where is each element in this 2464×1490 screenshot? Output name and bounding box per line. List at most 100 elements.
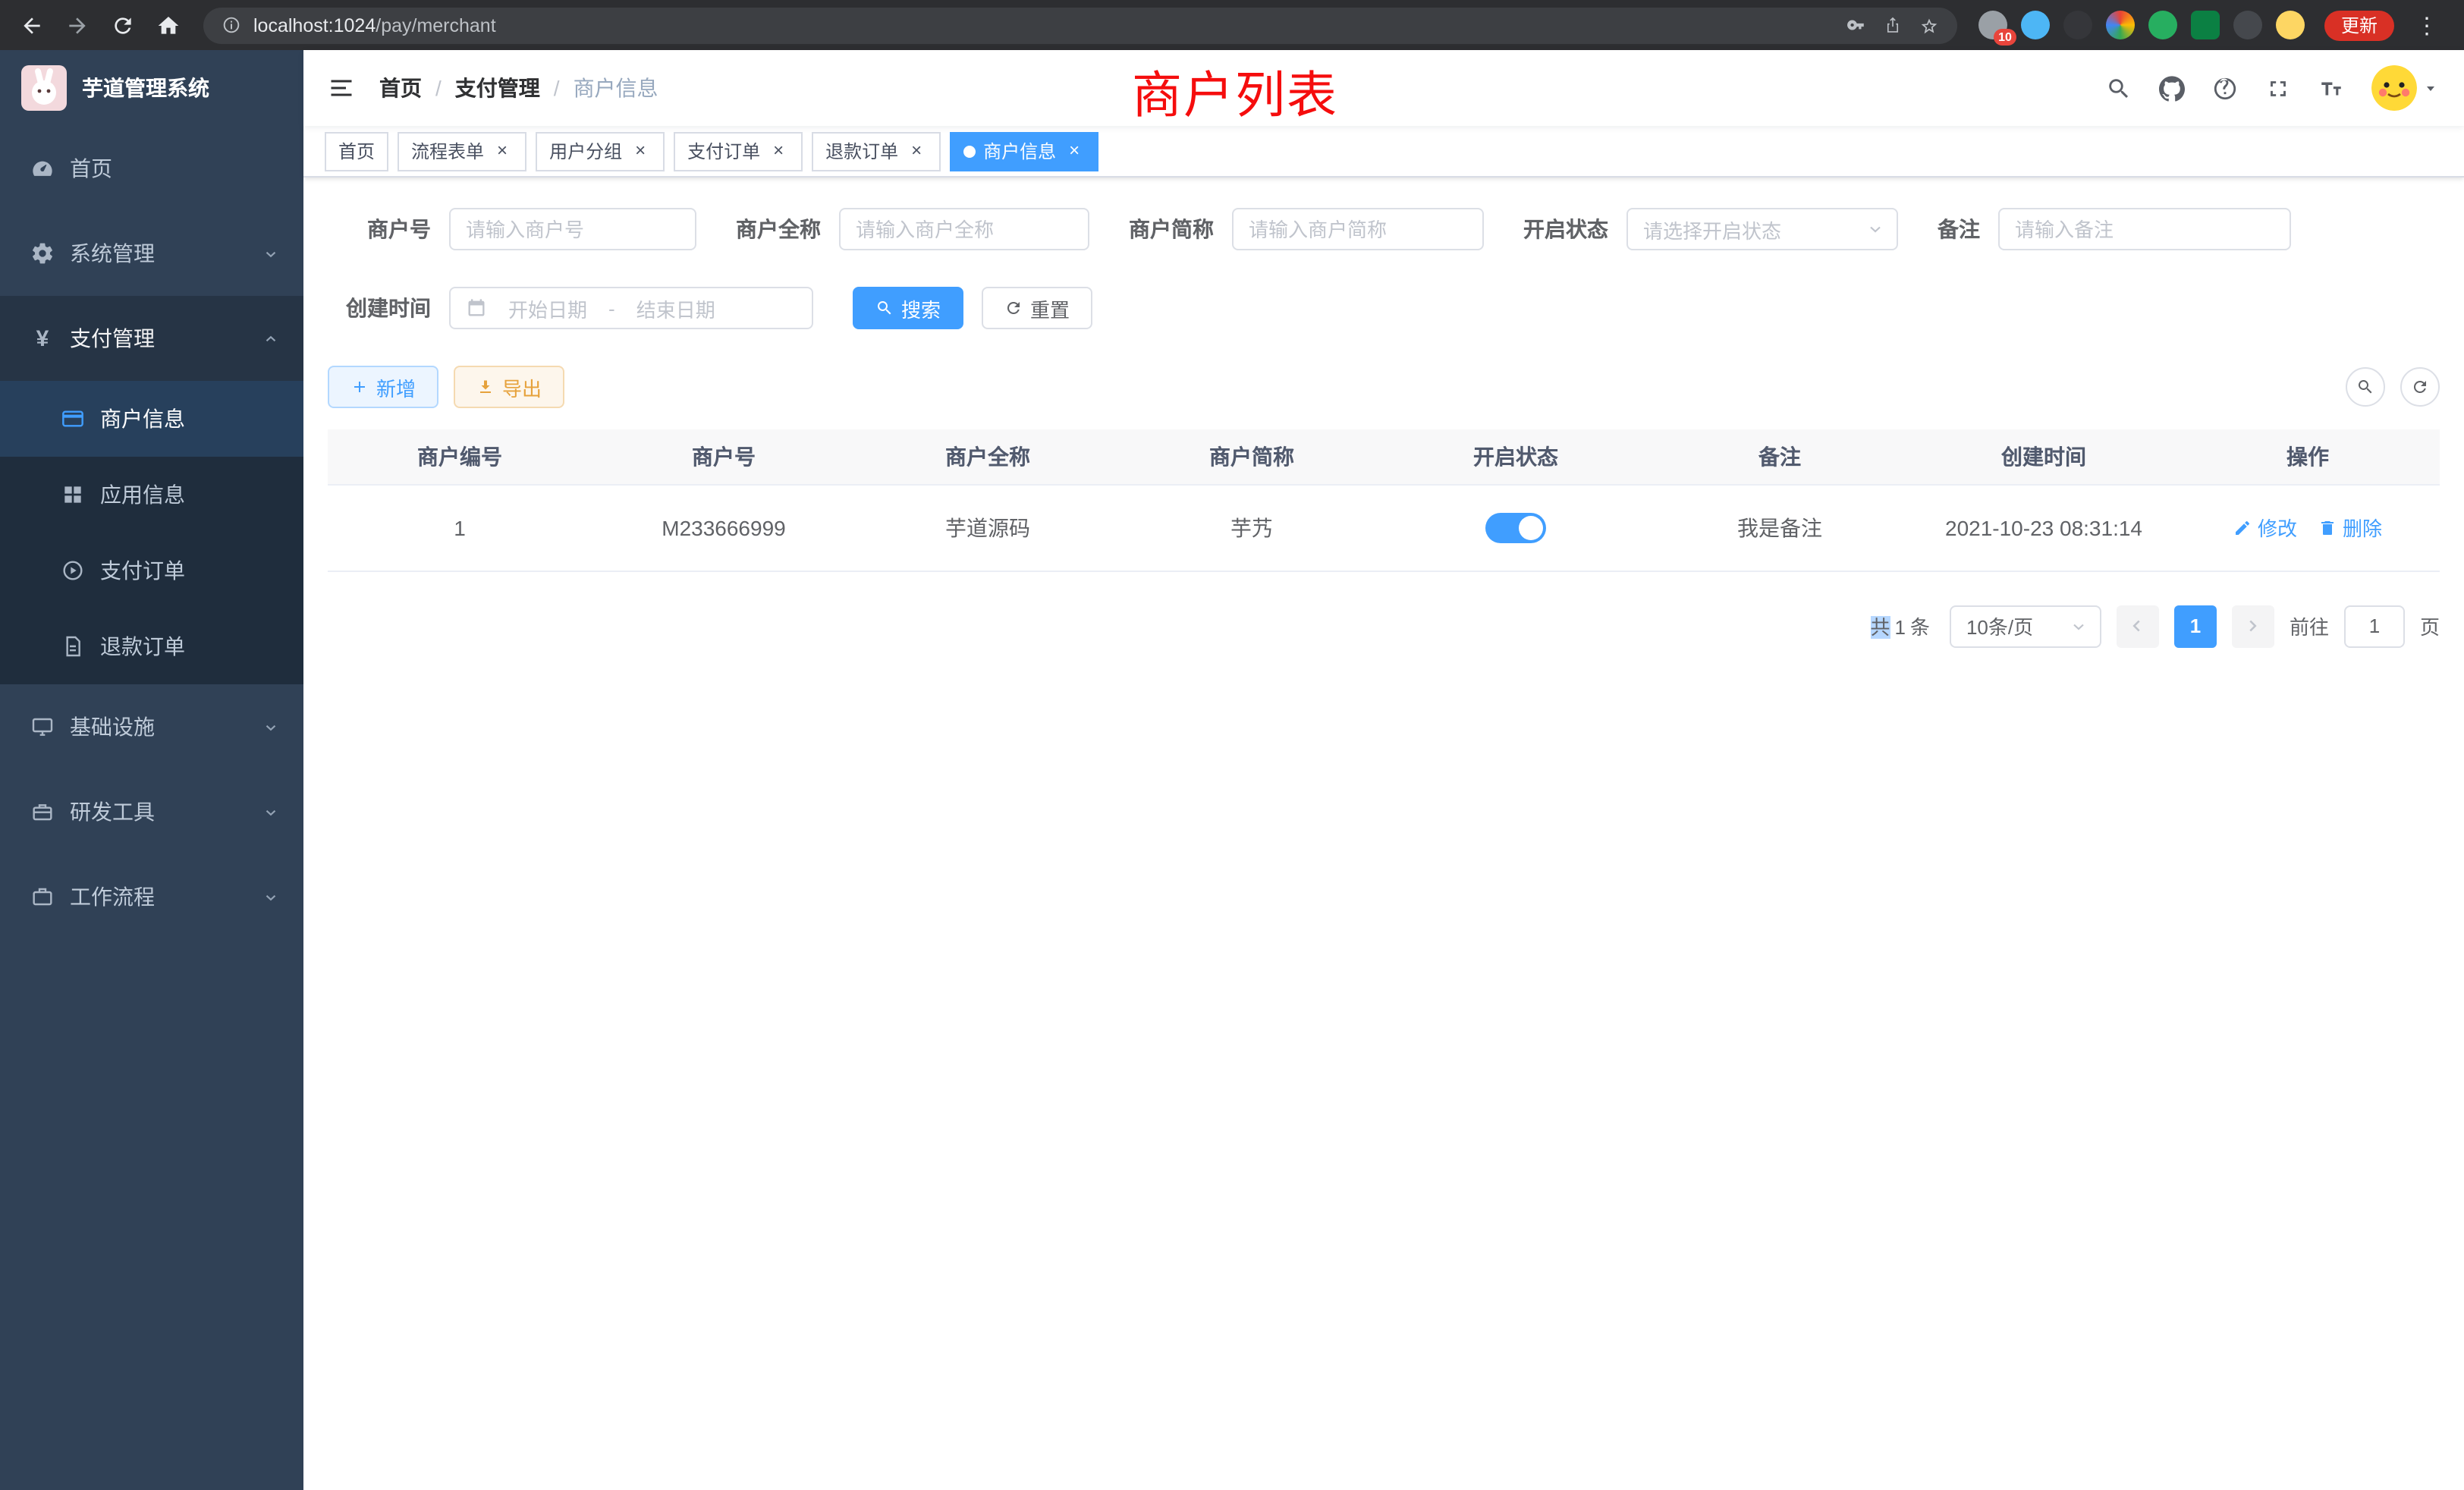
status-select[interactable]: 请选择开启状态 [1626, 208, 1898, 250]
export-button[interactable]: 导出 [454, 366, 564, 408]
cell-remark: 我是备注 [1648, 484, 1912, 571]
tab-close-icon[interactable]: × [630, 140, 651, 162]
browser-back-button[interactable] [12, 5, 52, 45]
cell-create-time: 2021-10-23 08:31:14 [1912, 484, 2176, 571]
remark-input[interactable] [1998, 208, 2291, 250]
extension-icon-4[interactable] [2106, 11, 2135, 39]
sidebar-item-merchant-info[interactable]: 商户信息 [0, 381, 303, 457]
url-bar[interactable]: localhost:1024/pay/merchant [203, 7, 1957, 43]
sidebar-item-home[interactable]: 首页 [0, 126, 303, 211]
help-icon[interactable] [2212, 75, 2238, 101]
tab-close-icon[interactable]: × [906, 140, 927, 162]
breadcrumb-payment[interactable]: 支付管理 [455, 73, 540, 103]
extension-icon-5[interactable] [2148, 11, 2177, 39]
tab-close-icon[interactable]: × [768, 140, 789, 162]
browser-reload-button[interactable] [103, 5, 143, 45]
search-button[interactable]: 搜索 [853, 287, 963, 329]
search-icon[interactable] [2106, 75, 2132, 101]
tab-home[interactable]: 首页 [325, 131, 388, 171]
reset-button[interactable]: 重置 [982, 287, 1092, 329]
toggle-search-button[interactable] [2346, 367, 2385, 407]
col-header: 备注 [1648, 429, 1912, 484]
filter-label: 商户简称 [1129, 214, 1214, 244]
sidebar-item-refund-order[interactable]: 退款订单 [0, 608, 303, 684]
col-header: 商户号 [592, 429, 856, 484]
extension-icon-6[interactable] [2191, 11, 2220, 39]
short-name-input[interactable] [1232, 208, 1484, 250]
app-title: 芋道管理系统 [82, 73, 209, 103]
full-name-input[interactable] [839, 208, 1089, 250]
extension-icon-8[interactable] [2276, 11, 2305, 39]
total-count: 1 [1894, 616, 1905, 639]
sidebar-item-system[interactable]: 系统管理 [0, 211, 303, 296]
hamburger-icon[interactable] [328, 74, 355, 102]
edit-button[interactable]: 修改 [2233, 513, 2297, 542]
extension-icon-1[interactable]: 10 [1978, 11, 2007, 39]
refresh-table-button[interactable] [2400, 367, 2440, 407]
github-icon[interactable] [2159, 75, 2185, 101]
browser-menu-icon[interactable]: ⋮ [2408, 11, 2446, 39]
fullscreen-icon[interactable] [2265, 75, 2291, 101]
user-avatar-menu[interactable] [2371, 65, 2440, 111]
browser-toolbar: localhost:1024/pay/merchant 10 更新 ⋮ [0, 0, 2464, 50]
logo[interactable]: 芋道管理系统 [0, 50, 303, 126]
tab-merchant-info[interactable]: 商户信息× [950, 131, 1098, 171]
breadcrumb-current: 商户信息 [574, 73, 658, 103]
breadcrumb-home[interactable]: 首页 [379, 73, 422, 103]
sidebar-item-dev-tools[interactable]: 研发工具 [0, 769, 303, 854]
delete-button[interactable]: 删除 [2318, 513, 2382, 542]
page-button-1[interactable]: 1 [2174, 605, 2217, 647]
cell-merchant-no: M233666999 [592, 484, 856, 571]
monitor-icon [30, 715, 55, 739]
date-range-picker[interactable]: 开始日期 - 结束日期 [449, 287, 813, 329]
next-page-button[interactable] [2232, 605, 2274, 647]
omnibox-actions [1846, 15, 1939, 35]
password-key-icon[interactable] [1846, 15, 1866, 35]
reset-button-label: 重置 [1030, 294, 1070, 322]
tab-close-icon[interactable]: × [492, 140, 513, 162]
sidebar-item-workflow[interactable]: 工作流程 [0, 854, 303, 939]
status-switch[interactable] [1485, 512, 1546, 542]
tab-user-group[interactable]: 用户分组 × [536, 131, 665, 171]
filter-merchant-no: 商户号 [328, 208, 696, 250]
browser-home-button[interactable] [149, 5, 188, 45]
filter-status: 开启状态 请选择开启状态 [1523, 208, 1898, 250]
browser-update-button[interactable]: 更新 [2324, 10, 2394, 40]
sidebar-item-payment[interactable]: ¥ 支付管理 [0, 296, 303, 381]
pagination: 共1条 10条/页 1 前往 页 [328, 605, 2440, 647]
end-date-placeholder: 结束日期 [636, 294, 715, 322]
app-shell: 芋道管理系统 首页 系统管理 ¥ 支付管理 [0, 50, 2464, 1490]
sidebar-item-label: 系统管理 [70, 238, 247, 269]
merchant-no-input[interactable] [449, 208, 696, 250]
url-path: /pay/merchant [376, 14, 495, 36]
tab-label: 用户分组 [549, 138, 622, 164]
sidebar-item-app-info[interactable]: 应用信息 [0, 457, 303, 533]
add-button[interactable]: 新增 [328, 366, 438, 408]
cell-actions: 修改 删除 [2176, 484, 2440, 571]
sidebar-item-label: 基础设施 [70, 712, 247, 742]
tab-pay-order[interactable]: 支付订单× [674, 131, 803, 171]
row-actions: 修改 删除 [2176, 513, 2440, 542]
sidebar-item-infrastructure[interactable]: 基础设施 [0, 684, 303, 769]
prev-page-button[interactable] [2117, 605, 2159, 647]
cell-full-name: 芋道源码 [856, 484, 1120, 571]
bookmark-star-icon[interactable] [1919, 15, 1939, 35]
goto-page-input[interactable] [2344, 605, 2405, 647]
logo-avatar [21, 65, 67, 111]
page-size-select[interactable]: 10条/页 [1950, 605, 2101, 647]
tab-refund-order[interactable]: 退款订单× [812, 131, 941, 171]
extension-icon-7[interactable] [2233, 11, 2262, 39]
tab-close-icon[interactable]: × [1064, 140, 1085, 162]
sidebar-item-label: 研发工具 [70, 797, 247, 827]
document-icon [61, 634, 85, 659]
share-icon[interactable] [1883, 15, 1903, 35]
browser-forward-button[interactable] [58, 5, 97, 45]
extension-icon-3[interactable] [2063, 11, 2092, 39]
sidebar-item-pay-order[interactable]: 支付订单 [0, 533, 303, 608]
site-info-icon[interactable] [222, 15, 241, 35]
font-size-icon[interactable] [2318, 75, 2344, 101]
tab-process-form[interactable]: 流程表单× [398, 131, 526, 171]
extension-icon-2[interactable] [2021, 11, 2050, 39]
sidebar-item-label: 工作流程 [70, 882, 247, 912]
status-select-placeholder: 请选择开启状态 [1643, 215, 1781, 244]
